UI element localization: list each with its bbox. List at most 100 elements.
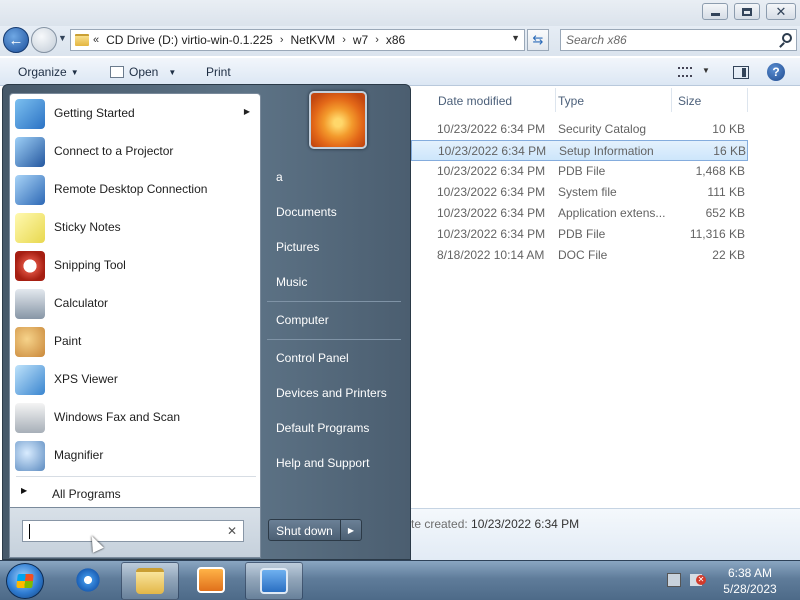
user-avatar[interactable] — [309, 91, 367, 149]
start-menu-program[interactable]: Calculator — [11, 285, 260, 323]
program-label: Sticky Notes — [54, 220, 121, 234]
start-menu-program[interactable]: XPS Viewer — [11, 361, 260, 399]
scissors-icon — [15, 251, 45, 281]
column-header-type[interactable]: Type — [558, 88, 672, 112]
remote-desktop-icon — [15, 175, 45, 205]
start-menu-place[interactable]: Default Programs — [276, 421, 369, 435]
open-label: Open — [129, 65, 159, 79]
file-row[interactable]: 10/23/2022 6:34 PM PDB File 1,468 KB — [411, 161, 800, 182]
start-search-input[interactable]: ✕ — [22, 520, 244, 542]
minimize-button[interactable] — [702, 3, 728, 20]
start-menu-program[interactable]: Magnifier — [11, 437, 260, 475]
file-date: 8/18/2022 10:14 AM — [437, 248, 545, 262]
shutdown-options-arrow-icon[interactable]: ▶ — [341, 520, 361, 540]
chevron-right-icon[interactable]: › — [342, 34, 346, 46]
file-row[interactable]: 8/18/2022 10:14 AM DOC File 22 KB — [411, 245, 800, 266]
start-menu-program[interactable]: Windows Fax and Scan — [11, 399, 260, 437]
start-button[interactable] — [6, 563, 44, 599]
program-label: Connect to a Projector — [54, 144, 174, 158]
breadcrumb-cd-drive[interactable]: CD Drive (D:) virtio-win-0.1.225 — [106, 33, 273, 47]
start-menu-place[interactable]: Control Panel — [276, 351, 349, 365]
clock-date: 5/28/2023 — [723, 582, 777, 596]
organize-label: Organize — [18, 65, 67, 79]
start-menu-place[interactable]: Pictures — [276, 240, 319, 254]
start-menu-program[interactable]: Connect to a Projector — [11, 133, 260, 171]
views-icon[interactable] — [678, 67, 692, 77]
views-dropdown[interactable]: ▼ — [702, 66, 710, 75]
file-size: 10 KB — [712, 122, 745, 136]
taskbar-media-player[interactable] — [183, 562, 241, 600]
breadcrumb-w7[interactable]: w7 — [353, 33, 368, 47]
breadcrumb-overflow[interactable]: « — [93, 34, 99, 46]
chevron-right-icon[interactable]: › — [280, 34, 284, 46]
program-label: Snipping Tool — [54, 258, 126, 272]
close-icon: ✕ — [775, 4, 787, 19]
start-menu-program[interactable]: Getting Started ▶ — [11, 95, 260, 133]
column-header-date[interactable]: Date modified — [438, 88, 556, 112]
preview-pane-icon[interactable] — [733, 66, 749, 79]
taskbar-remote-desktop[interactable] — [245, 562, 303, 600]
open-button[interactable]: Open ▼ — [129, 65, 176, 79]
open-icon[interactable] — [110, 66, 124, 78]
maximize-button[interactable] — [734, 3, 760, 20]
file-row[interactable]: 10/23/2022 6:34 PM System file 111 KB — [411, 182, 800, 203]
all-programs-button[interactable]: ▶ All Programs — [11, 482, 260, 506]
start-menu-program[interactable]: Sticky Notes — [11, 209, 260, 247]
start-menu-place[interactable]: Help and Support — [276, 456, 369, 470]
clear-icon[interactable]: ✕ — [227, 524, 237, 538]
start-menu-place[interactable]: Devices and Printers — [276, 386, 387, 400]
start-menu-program[interactable]: Remote Desktop Connection — [11, 171, 260, 209]
breadcrumb-x86[interactable]: x86 — [386, 33, 405, 47]
program-label: Paint — [54, 334, 82, 348]
organize-button[interactable]: Organize ▼ — [18, 65, 79, 79]
help-icon[interactable]: ? — [767, 63, 785, 81]
details-value: 10/23/2022 6:34 PM — [471, 517, 580, 531]
file-date: 10/23/2022 6:34 PM — [437, 185, 546, 199]
start-menu-place[interactable]: Music — [276, 275, 307, 289]
chevron-down-icon[interactable]: ▼ — [511, 33, 520, 43]
taskbar-internet-explorer[interactable] — [60, 562, 118, 600]
arrow-left-icon: ← — [8, 31, 24, 49]
file-size: 22 KB — [712, 248, 745, 262]
search-input[interactable]: Search x86 — [560, 29, 797, 51]
triangle-right-icon: ▶ — [21, 486, 28, 495]
refresh-button[interactable]: ⇆ — [527, 29, 549, 51]
getting-started-icon — [15, 99, 45, 129]
windows-logo-icon — [16, 574, 34, 588]
chevron-right-icon[interactable]: › — [375, 34, 379, 46]
paint-palette-icon — [15, 327, 45, 357]
file-row[interactable]: 10/23/2022 6:34 PM Security Catalog 10 KB — [411, 119, 800, 140]
divider — [267, 339, 401, 340]
submenu-arrow-icon: ▶ — [243, 107, 250, 116]
file-type: System file — [558, 185, 617, 199]
start-menu-place[interactable]: Computer — [276, 313, 329, 327]
forward-button[interactable] — [31, 27, 57, 53]
breadcrumb-netkvm[interactable]: NetKVM — [291, 33, 336, 47]
restore-icon — [742, 7, 752, 16]
search-icon[interactable] — [782, 33, 792, 43]
print-button[interactable]: Print — [206, 65, 231, 79]
close-button[interactable]: ✕ — [766, 3, 796, 20]
start-menu-place[interactable]: Documents — [276, 205, 337, 219]
address-bar[interactable]: « CD Drive (D:) virtio-win-0.1.225 › Net… — [70, 29, 525, 51]
start-menu-program[interactable]: Snipping Tool — [11, 247, 260, 285]
taskbar-windows-explorer[interactable] — [121, 562, 179, 600]
start-menu-program[interactable]: Paint — [11, 323, 260, 361]
program-label: Magnifier — [54, 448, 104, 462]
details-date-created: te created: 10/23/2022 6:34 PM — [411, 517, 579, 531]
taskbar-clock[interactable]: 6:38 AM 5/28/2023 — [718, 565, 782, 597]
back-button[interactable]: ← — [3, 27, 29, 53]
file-row[interactable]: 10/23/2022 6:34 PM Setup Information 16 KB — [411, 140, 748, 161]
program-label: Windows Fax and Scan — [54, 410, 181, 424]
file-size: 11,316 KB — [689, 227, 745, 241]
column-header-size[interactable]: Size — [678, 88, 748, 112]
shutdown-button[interactable]: Shut down ▶ — [268, 519, 362, 541]
navigation-bar: ← ▼ « CD Drive (D:) virtio-win-0.1.225 ›… — [0, 26, 800, 56]
internet-explorer-icon — [74, 567, 102, 593]
file-row[interactable]: 10/23/2022 6:34 PM Application extens... 6… — [411, 203, 800, 224]
shutdown-label[interactable]: Shut down — [269, 520, 341, 540]
file-row[interactable]: 10/23/2022 6:34 PM PDB File 11,316 KB — [411, 224, 800, 245]
recent-pages-dropdown[interactable]: ▼ — [58, 33, 67, 43]
action-center-flag-icon[interactable] — [667, 573, 681, 587]
user-name-link[interactable]: a — [276, 170, 283, 184]
